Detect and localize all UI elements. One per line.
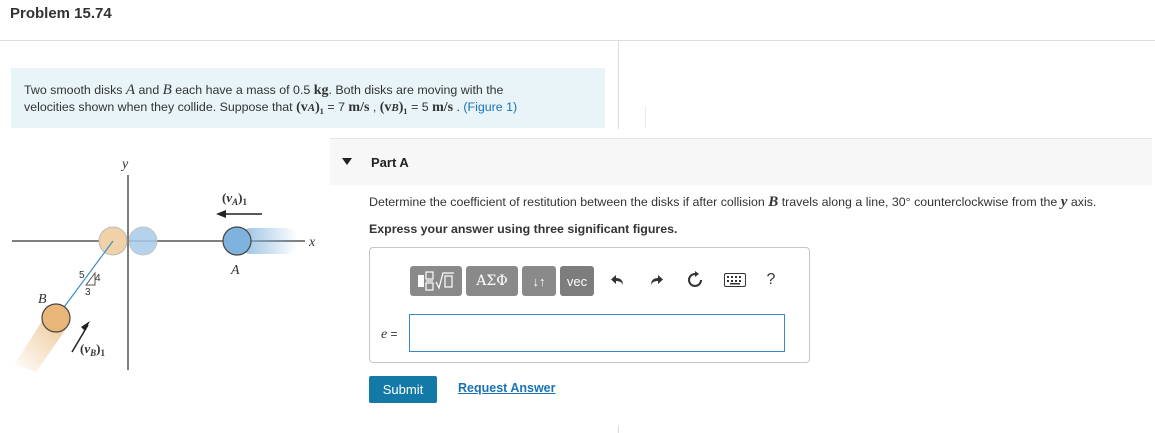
y-axis-label: y	[120, 157, 129, 172]
problem-title: Problem 15.74	[10, 5, 112, 22]
statement-text: . Both disks are moving with the	[328, 83, 504, 97]
question-disk-b: B	[768, 194, 779, 210]
help-button[interactable]: ?	[761, 270, 781, 290]
statement-text: .	[453, 100, 464, 114]
request-answer-link[interactable]: Request Answer	[458, 381, 555, 395]
answer-variable: e =	[381, 327, 398, 343]
redo-icon[interactable]	[646, 270, 666, 290]
slope-run-label: 3	[85, 287, 91, 298]
column-divider	[618, 41, 619, 129]
va-symbol: (v	[296, 100, 308, 115]
undo-icon[interactable]	[608, 270, 628, 290]
part-label: Part A	[371, 155, 409, 170]
column-divider-lower	[618, 426, 619, 433]
fraction-sqrt-icon	[418, 271, 454, 291]
disk-a-ghost	[128, 226, 158, 256]
disk-a-label: A	[230, 263, 240, 278]
part-a-header[interactable]: Part A	[330, 138, 1152, 185]
va-close: )₁	[315, 100, 324, 115]
figure-link[interactable]: (Figure 1)	[463, 100, 517, 114]
header-divider	[0, 40, 1155, 41]
va-arrowhead	[216, 210, 226, 218]
vb-close: )₁	[398, 100, 408, 115]
disk-b-label: B	[38, 292, 47, 307]
x-axis-label: x	[308, 235, 316, 250]
disk-b-symbol: B	[162, 82, 172, 98]
keyboard-icon[interactable]	[723, 270, 747, 290]
vb-label: (vB)1	[80, 341, 105, 358]
collapse-triangle-icon[interactable]	[342, 158, 352, 165]
va-label: (vA)1	[222, 190, 247, 207]
slope-hyp-label: 5	[79, 270, 85, 281]
answer-instruction: Express your answer using three signific…	[369, 222, 678, 236]
reset-icon[interactable]	[685, 270, 705, 290]
question-text: Determine the coefficient of restitution…	[369, 195, 769, 209]
vb-value: = 5	[407, 100, 433, 114]
arrows-button[interactable]: ↓↑	[522, 266, 556, 296]
statement-text: and	[135, 83, 163, 97]
answer-panel: ΑΣΦ ↓↑ vec ? e =	[369, 247, 810, 363]
vb-subscript: B	[391, 102, 399, 114]
answer-input[interactable]	[409, 314, 785, 352]
statement-text: velocities shown when they collide. Supp…	[24, 100, 297, 114]
part-a-question: Determine the coefficient of restitution…	[369, 194, 1096, 211]
question-text: axis.	[1067, 195, 1097, 209]
collision-figure[interactable]: y x A (vA)1 B 5 4 3 (vB)1	[0, 140, 340, 380]
equals-sign: =	[387, 327, 398, 341]
vector-button[interactable]: vec	[560, 266, 594, 296]
va-value: = 7	[323, 100, 349, 114]
vb-symbol: (v	[379, 100, 392, 115]
disk-a	[222, 226, 252, 256]
mass-unit: kg	[313, 83, 329, 98]
question-text: travels along a line, 30° counterclockwi…	[778, 195, 1061, 209]
speed-unit: m/s	[348, 100, 370, 115]
statement-text: Two smooth disks	[24, 83, 126, 97]
speed-unit: m/s	[432, 100, 454, 115]
submit-button[interactable]: Submit	[369, 376, 437, 403]
statement-text: each have a mass of 0.5	[171, 83, 314, 97]
divider-mark	[645, 106, 646, 128]
disk-a-symbol: A	[125, 82, 136, 98]
disk-b	[41, 303, 71, 333]
problem-statement: Two smooth disks A and B each have a mas…	[11, 68, 605, 128]
vb-arrowhead	[81, 321, 90, 331]
separator: ,	[369, 100, 380, 114]
greek-symbols-button[interactable]: ΑΣΦ	[466, 266, 518, 296]
va-subscript: A	[307, 102, 316, 114]
templates-button[interactable]	[410, 266, 462, 296]
slope-rise-label: 4	[95, 273, 101, 284]
